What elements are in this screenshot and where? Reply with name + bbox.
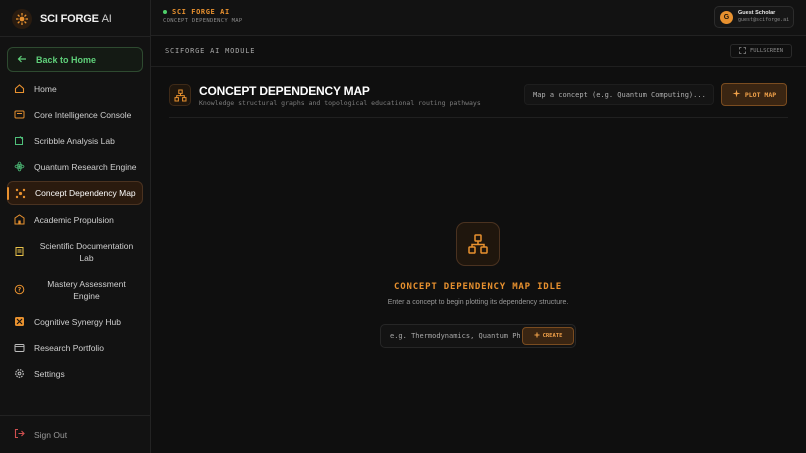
module-bar: SCIFORGE AI MODULE FULLSCREEN — [151, 36, 806, 67]
brand-name: SCI FORGE AI — [40, 13, 112, 25]
sidebar-item-label: Home — [34, 83, 57, 94]
sidebar-item-research-portfolio[interactable]: Research Portfolio — [7, 341, 143, 354]
sidebar-item-scientific-documentation-lab[interactable]: Scientific Documentation Lab — [7, 239, 143, 264]
concept-input[interactable] — [381, 325, 521, 347]
top-bar: SCI FORGE AI CONCEPT DEPENDENCY MAP G Gu… — [151, 0, 806, 36]
avatar: G — [720, 10, 733, 24]
sidebar-item-label: Mastery Assessment Engine — [47, 278, 126, 301]
module-label: SCIFORGE AI MODULE — [165, 47, 256, 55]
sidebar-item-academic-propulsion[interactable]: Academic Propulsion — [7, 213, 143, 226]
user-email: guest@sciforge.ai — [738, 17, 790, 23]
sidebar-item-label: Cognitive Synergy Hub — [34, 316, 121, 327]
back-to-home-label: Back to Home — [36, 54, 97, 65]
sidebar-item-home[interactable]: Home — [7, 82, 143, 95]
page-header: CONCEPT DEPENDENCY MAP Knowledge structu… — [169, 80, 788, 118]
arrow-left-icon — [17, 51, 27, 69]
sidebar-item-scribble-analysis-lab[interactable]: Scribble Analysis Lab — [7, 134, 143, 147]
sidebar-item-label: Scientific Documentation Lab — [39, 240, 134, 263]
sparkle-icon — [732, 89, 741, 100]
create-label: CREATE — [542, 333, 563, 339]
sidebar-item-label: Academic Propulsion — [34, 214, 114, 225]
fullscreen-label: FULLSCREEN — [749, 48, 784, 54]
page-title: CONCEPT DEPENDENCY MAP — [199, 84, 370, 98]
sidebar-item-core-intelligence-console[interactable]: Core Intelligence Console — [7, 108, 143, 121]
logout-icon — [14, 428, 25, 441]
sidebar-item-label: Settings — [34, 368, 65, 379]
sidebar-footer-divider — [0, 415, 151, 416]
breadcrumb: CONCEPT DEPENDENCY MAP — [163, 18, 243, 24]
back-to-home-button[interactable]: Back to Home — [7, 47, 143, 72]
create-button[interactable]: CREATE — [522, 327, 574, 345]
sidebar-item-concept-dependency-map[interactable]: Concept Dependency Map — [7, 181, 143, 205]
sidebar-item-label: Core Intelligence Console — [34, 109, 132, 120]
sidebar-item-cognitive-synergy-hub[interactable]: Cognitive Synergy Hub — [7, 315, 143, 328]
scribble-icon — [14, 135, 25, 146]
plus-icon — [534, 332, 540, 340]
network-icon — [15, 188, 26, 199]
network-icon — [456, 222, 500, 266]
brand[interactable]: SCI FORGE AI — [12, 9, 112, 29]
sidebar-item-settings[interactable]: Settings — [7, 367, 143, 380]
create-concept-form: CREATE — [380, 324, 576, 348]
page-subtitle: Knowledge structural graphs and topologi… — [199, 99, 481, 107]
gear-icon — [14, 368, 25, 379]
sidebar-item-label: Concept Dependency Map — [35, 188, 136, 198]
network-icon — [169, 84, 191, 106]
brand-logo-icon — [12, 9, 32, 29]
sign-out-label: Sign Out — [34, 429, 68, 440]
sidebar-item-label: Research Portfolio — [34, 342, 104, 353]
sidebar-item-label: Scribble Analysis Lab — [34, 135, 115, 146]
home-icon — [14, 83, 25, 94]
console-icon — [14, 109, 25, 120]
idle-title: CONCEPT DEPENDENCY MAP IDLE — [394, 282, 562, 292]
sidebar-item-label: Quantum Research Engine — [34, 161, 137, 172]
status-dot — [163, 10, 167, 14]
sign-out-button[interactable]: Sign Out — [14, 428, 67, 441]
expand-icon — [739, 46, 746, 56]
sidebar-item-quantum-research-engine[interactable]: Quantum Research Engine — [7, 160, 143, 173]
sidebar-divider — [0, 36, 151, 37]
fullscreen-button[interactable]: FULLSCREEN — [730, 44, 792, 58]
plot-map-label: PLOT MAP — [744, 90, 777, 99]
idle-subtitle: Enter a concept to begin plotting its de… — [387, 299, 569, 306]
sidebar: SCI FORGE AI Back to Home Home Core Inte… — [0, 0, 151, 453]
building-icon — [14, 214, 25, 225]
app-title-text: SCI FORGE AI — [172, 8, 230, 16]
help-circle-icon: ? — [14, 284, 25, 295]
document-icon — [14, 246, 25, 257]
app-title: SCI FORGE AI — [163, 8, 230, 16]
concept-search-input[interactable] — [524, 84, 714, 105]
sidebar-item-mastery-assessment-engine[interactable]: ? Mastery Assessment Engine — [7, 277, 143, 302]
user-menu[interactable]: G Guest Scholar guest@sciforge.ai — [714, 6, 794, 28]
folder-icon — [14, 342, 25, 353]
plot-map-button[interactable]: PLOT MAP — [721, 83, 787, 106]
atom-icon — [14, 161, 25, 172]
svg-text:?: ? — [18, 287, 22, 294]
synergy-icon — [14, 316, 25, 327]
user-name: Guest Scholar — [738, 10, 776, 16]
